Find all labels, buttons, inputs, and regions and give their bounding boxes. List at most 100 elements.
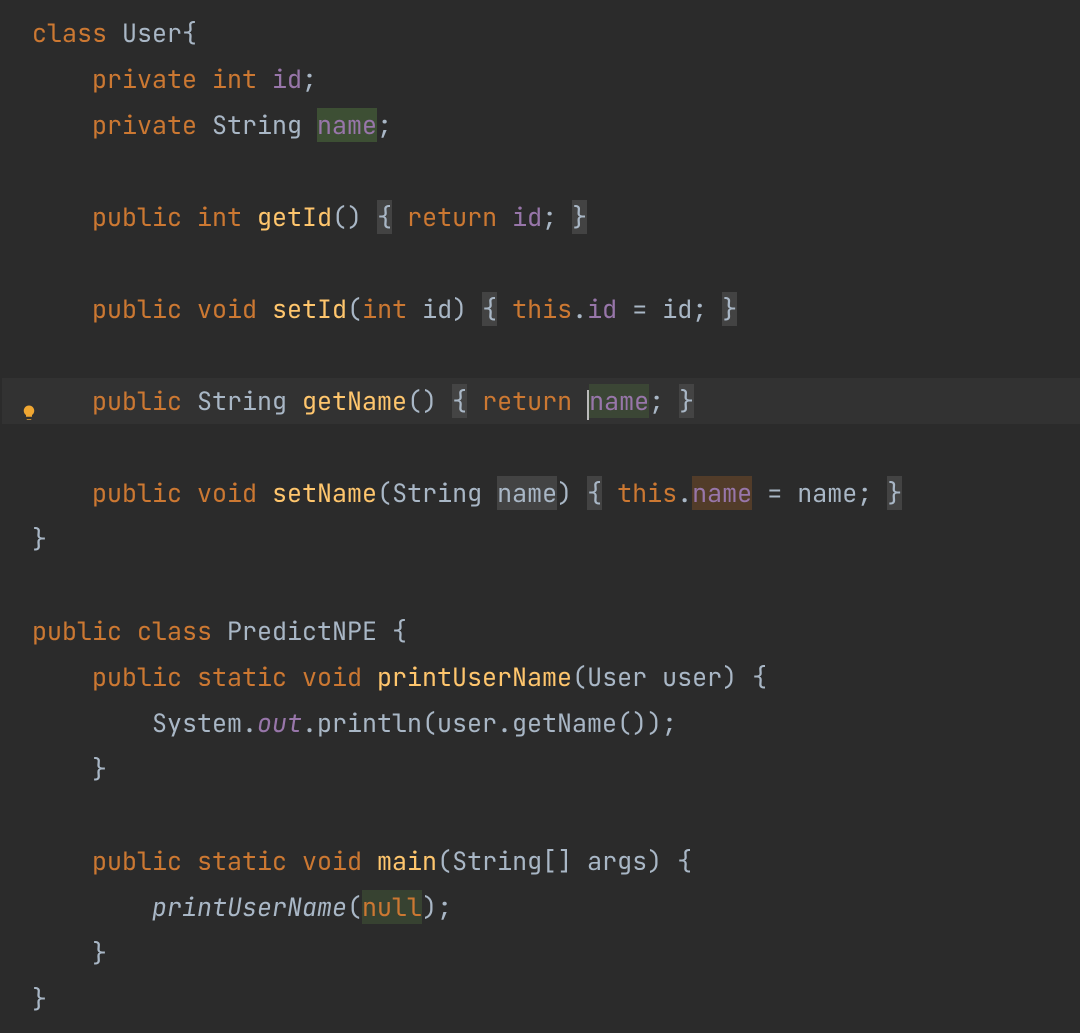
code-line-content [2, 568, 32, 602]
code-token: String [392, 476, 497, 510]
code-token: ; [302, 62, 317, 96]
code-token: } [887, 476, 902, 510]
code-token: = name; [752, 476, 887, 510]
code-token: String[] args [452, 844, 647, 878]
code-lines-container: class User{ private int id; private Stri… [2, 10, 1080, 1022]
code-line[interactable]: System.out.println(user.getName()); [2, 700, 1080, 746]
code-line[interactable]: } [2, 516, 1080, 562]
code-token: printUserName [377, 660, 572, 694]
code-token: .println(user.getName()); [302, 706, 677, 740]
code-token: . [677, 476, 692, 510]
code-token: { [182, 16, 197, 50]
code-line-content: public void setName(String name) { this.… [2, 476, 902, 510]
code-line[interactable]: class User{ [2, 10, 1080, 56]
code-token [497, 292, 512, 326]
code-token: ) { [647, 844, 692, 878]
code-line[interactable]: private int id; [2, 56, 1080, 102]
code-token: public [92, 384, 197, 418]
code-line-content: public int getId() { return id; } [2, 200, 587, 234]
code-line-content: } [2, 522, 47, 556]
code-token: public static void [92, 844, 377, 878]
code-token: id [272, 62, 302, 96]
code-line-content: public void setId(int id) { this.id = id… [2, 292, 737, 326]
code-token: { [587, 476, 602, 510]
code-token: () [332, 200, 377, 234]
code-line[interactable]: printUserName(null); [2, 884, 1080, 930]
code-token: name [317, 108, 377, 142]
code-token: name [692, 476, 752, 510]
code-line-content: public static void printUserName(User us… [2, 660, 767, 694]
code-token: ) [557, 476, 587, 510]
code-line[interactable]: public void setId(int id) { this.id = id… [2, 286, 1080, 332]
code-line-content: private int id; [2, 62, 317, 96]
code-token: int [362, 292, 422, 326]
code-token: return [482, 384, 587, 418]
code-token: ) { [722, 660, 767, 694]
code-line[interactable]: private String name; [2, 102, 1080, 148]
code-token: ( [437, 844, 452, 878]
code-line-content: public class PredictNPE { [2, 614, 407, 648]
code-editor[interactable]: class User{ private int id; private Stri… [0, 0, 1080, 1022]
code-line-content: printUserName(null); [2, 890, 452, 924]
code-token: ); [422, 890, 452, 924]
code-token: { [392, 614, 407, 648]
code-token: id [587, 292, 617, 326]
code-token: } [92, 752, 107, 786]
code-token: return [407, 200, 512, 234]
code-line[interactable]: } [2, 976, 1080, 1022]
code-line[interactable]: } [2, 746, 1080, 792]
code-line[interactable]: public void setName(String name) { this.… [2, 470, 1080, 516]
code-token: name [497, 476, 557, 510]
code-line-content: } [2, 982, 47, 1016]
code-token: User [122, 16, 182, 50]
code-line[interactable]: public static void printUserName(User us… [2, 654, 1080, 700]
code-line-content: class User{ [2, 16, 197, 50]
code-token: String [197, 384, 302, 418]
code-line-content: System.out.println(user.getName()); [2, 706, 677, 740]
code-token: ; [377, 108, 392, 142]
code-token: this [617, 476, 677, 510]
code-token: User user [587, 660, 722, 694]
code-token: this [512, 292, 572, 326]
lightbulb-icon[interactable] [20, 390, 38, 408]
code-line-content: private String name; [2, 108, 392, 142]
code-token: private [92, 108, 212, 142]
code-line[interactable] [2, 792, 1080, 838]
code-line[interactable]: public int getId() { return id; } [2, 194, 1080, 240]
code-line[interactable]: public class PredictNPE { [2, 608, 1080, 654]
code-token: ( [347, 890, 362, 924]
code-token: class [32, 16, 122, 50]
code-token: ; [542, 200, 572, 234]
code-token: ) [452, 292, 482, 326]
code-token: getName [302, 384, 407, 418]
code-token: private int [92, 62, 272, 96]
code-token: String [212, 108, 317, 142]
code-token: name [589, 384, 649, 418]
code-token: System. [152, 706, 257, 740]
code-token: public void [92, 292, 272, 326]
code-token: main [377, 844, 437, 878]
code-token: public class [32, 614, 227, 648]
code-line[interactable]: } [2, 930, 1080, 976]
code-token [467, 384, 482, 418]
code-token: ( [347, 292, 362, 326]
code-line[interactable] [2, 424, 1080, 470]
code-token: . [572, 292, 587, 326]
code-line-content: } [2, 936, 107, 970]
code-line[interactable]: public String getName() { return name; } [2, 378, 1080, 424]
code-line[interactable] [2, 562, 1080, 608]
code-line-content [2, 154, 32, 188]
code-line[interactable] [2, 332, 1080, 378]
code-line-content [2, 246, 32, 280]
code-line[interactable] [2, 240, 1080, 286]
code-line-content [2, 798, 32, 832]
code-line[interactable]: public static void main(String[] args) { [2, 838, 1080, 884]
code-token: = id; [617, 292, 722, 326]
code-line-content [2, 430, 32, 464]
code-line[interactable] [2, 148, 1080, 194]
code-token: ; [649, 384, 679, 418]
code-token: } [572, 200, 587, 234]
code-token: id [512, 200, 542, 234]
code-token: public int [92, 200, 257, 234]
code-token: getId [257, 200, 332, 234]
